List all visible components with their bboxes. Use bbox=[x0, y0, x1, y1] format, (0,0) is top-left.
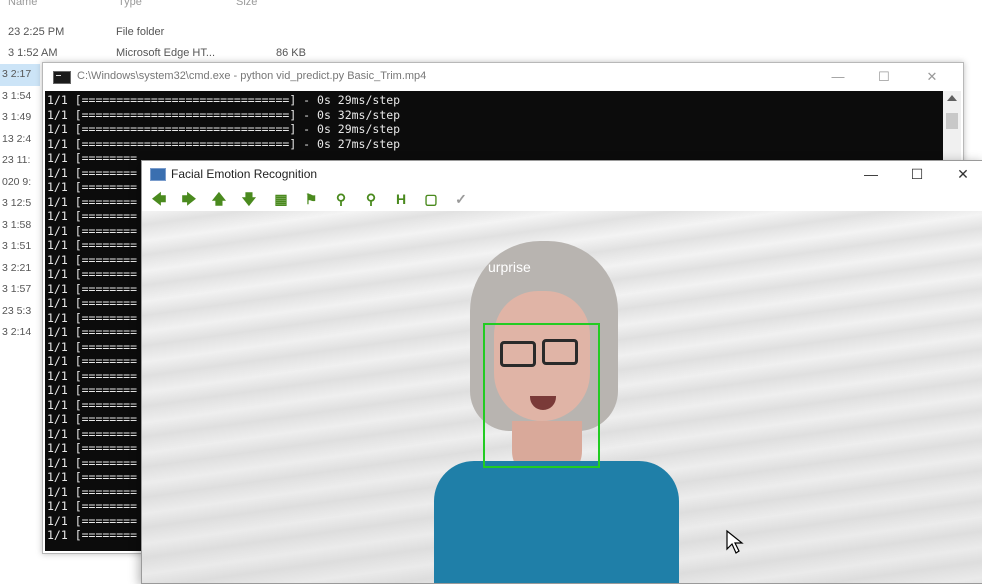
explorer-row[interactable]: 3 1:57 bbox=[0, 279, 40, 301]
toolbar: 🡄 🡆 🡅 🡇 ▦ ⚑ ⚲ ⚲ H ▢ ✓ bbox=[142, 187, 982, 211]
emotion-titlebar[interactable]: Facial Emotion Recognition — ☐ ✕ bbox=[142, 161, 982, 187]
mouse-cursor-icon bbox=[726, 529, 744, 554]
scroll-thumb[interactable] bbox=[946, 113, 958, 129]
explorer-row[interactable]: 23 2:25 PM File folder bbox=[0, 22, 320, 44]
scroll-up-icon[interactable] bbox=[947, 95, 957, 101]
cmd-line: 1/1 [======== bbox=[47, 165, 138, 180]
cmd-line: 1/1 [======== bbox=[47, 296, 138, 310]
cmd-line: 1/1 [======== bbox=[47, 470, 138, 484]
save-icon[interactable]: H bbox=[390, 189, 412, 209]
cmd-line: 1/1 [======== bbox=[47, 151, 138, 165]
cmd-line: 1/1 [======== bbox=[47, 209, 138, 223]
zoom-in-icon[interactable]: ⚲ bbox=[330, 189, 352, 209]
cmd-titlebar[interactable]: C:\Windows\system32\cmd.exe - python vid… bbox=[43, 63, 963, 91]
emotion-close-button[interactable]: ✕ bbox=[940, 161, 982, 187]
cmd-line: 1/1 [======== bbox=[47, 267, 138, 281]
cmd-line: 1/1 [======== bbox=[47, 499, 138, 513]
explorer-date-column: 3 2:17 3 1:54 3 1:49 13 2:4 23 11: 020 9… bbox=[0, 64, 40, 344]
row-type: Microsoft Edge HT... bbox=[116, 47, 216, 59]
emotion-minimize-button[interactable]: — bbox=[848, 161, 894, 187]
explorer-row[interactable]: 3 12:5 bbox=[0, 193, 40, 215]
video-frame: urprise bbox=[142, 211, 982, 583]
explorer-header: Name Type Size bbox=[0, 0, 982, 14]
explorer-row[interactable]: 3 2:21 bbox=[0, 258, 40, 280]
cmd-line: 1/1 [==============================] - 0… bbox=[47, 122, 401, 136]
cmd-line: 1/1 [==============================] - 0… bbox=[47, 136, 401, 151]
cmd-line: 1/1 [======== bbox=[47, 528, 138, 542]
cmd-maximize-button[interactable]: ☐ bbox=[861, 63, 907, 91]
cmd-line: 1/1 [======== bbox=[47, 180, 138, 194]
arrow-down-icon[interactable]: 🡇 bbox=[238, 189, 260, 209]
cmd-line: 1/1 [======== bbox=[47, 252, 138, 267]
explorer-row[interactable]: 3 1:49 bbox=[0, 107, 40, 129]
arrow-left-icon[interactable]: 🡄 bbox=[148, 189, 170, 209]
emotion-label: urprise bbox=[488, 259, 531, 275]
explorer-row-selected[interactable]: 3 2:17 bbox=[0, 64, 40, 86]
cmd-line: 1/1 [======== bbox=[47, 194, 138, 209]
cmd-line: 1/1 [======== bbox=[47, 223, 138, 238]
cmd-line: 1/1 [======== bbox=[47, 426, 138, 441]
explorer-row[interactable]: 3 1:54 bbox=[0, 86, 40, 108]
header-size: Size bbox=[236, 0, 258, 8]
settings-icon[interactable]: ✓ bbox=[450, 189, 472, 209]
arrow-up-icon[interactable]: 🡅 bbox=[208, 189, 230, 209]
explorer-row[interactable]: 3 1:58 bbox=[0, 215, 40, 237]
face-bounding-box bbox=[483, 323, 600, 468]
cmd-line: 1/1 [======== bbox=[47, 339, 138, 354]
cmd-line: 1/1 [======== bbox=[47, 368, 138, 383]
person-shirt bbox=[434, 461, 679, 583]
cmd-line: 1/1 [==============================] - 0… bbox=[47, 93, 401, 107]
row-date: 3 1:52 AM bbox=[8, 47, 58, 59]
emotion-maximize-button[interactable]: ☐ bbox=[894, 161, 940, 187]
explorer-row[interactable]: 23 5:3 bbox=[0, 301, 40, 323]
cmd-title: C:\Windows\system32\cmd.exe - python vid… bbox=[77, 70, 427, 82]
image-icon[interactable]: ▦ bbox=[270, 189, 292, 209]
row-date: 23 2:25 PM bbox=[8, 26, 65, 38]
header-type: Type bbox=[118, 0, 142, 8]
cmd-minimize-button[interactable]: — bbox=[815, 63, 861, 91]
app-icon bbox=[150, 168, 166, 181]
cmd-line: 1/1 [======== bbox=[47, 484, 138, 499]
header-name: Name bbox=[8, 0, 38, 8]
cmd-line: 1/1 [==============================] - 0… bbox=[47, 107, 401, 122]
cmd-line: 1/1 [======== bbox=[47, 397, 138, 412]
flag-icon[interactable]: ⚑ bbox=[300, 189, 322, 209]
cmd-line: 1/1 [======== bbox=[47, 455, 138, 470]
cmd-line: 1/1 [======== bbox=[47, 325, 138, 339]
explorer-row[interactable]: 020 9: bbox=[0, 172, 40, 194]
explorer-row[interactable]: 3 2:14 bbox=[0, 322, 40, 344]
cmd-line: 1/1 [======== bbox=[47, 281, 138, 296]
cmd-line: 1/1 [======== bbox=[47, 383, 138, 397]
cmd-close-button[interactable]: ✕ bbox=[909, 63, 955, 91]
terminal-icon bbox=[53, 71, 71, 84]
row-size: 86 KB bbox=[276, 47, 306, 59]
copy-icon[interactable]: ▢ bbox=[420, 189, 442, 209]
explorer-row[interactable]: 23 11: bbox=[0, 150, 40, 172]
cmd-line: 1/1 [======== bbox=[47, 310, 138, 325]
explorer-row[interactable]: 3 1:51 bbox=[0, 236, 40, 258]
cmd-line: 1/1 [======== bbox=[47, 412, 138, 426]
explorer-row[interactable]: 13 2:4 bbox=[0, 129, 40, 151]
cmd-line: 1/1 [======== bbox=[47, 441, 138, 455]
cmd-line: 1/1 [======== bbox=[47, 354, 138, 368]
emotion-window-title: Facial Emotion Recognition bbox=[171, 167, 318, 181]
cmd-line: 1/1 [======== bbox=[47, 238, 138, 252]
emotion-window[interactable]: Facial Emotion Recognition — ☐ ✕ 🡄 🡆 🡅 🡇… bbox=[141, 160, 982, 584]
arrow-right-icon[interactable]: 🡆 bbox=[178, 189, 200, 209]
row-type: File folder bbox=[116, 26, 165, 38]
cmd-line: 1/1 [======== bbox=[47, 513, 138, 528]
zoom-out-icon[interactable]: ⚲ bbox=[360, 189, 382, 209]
